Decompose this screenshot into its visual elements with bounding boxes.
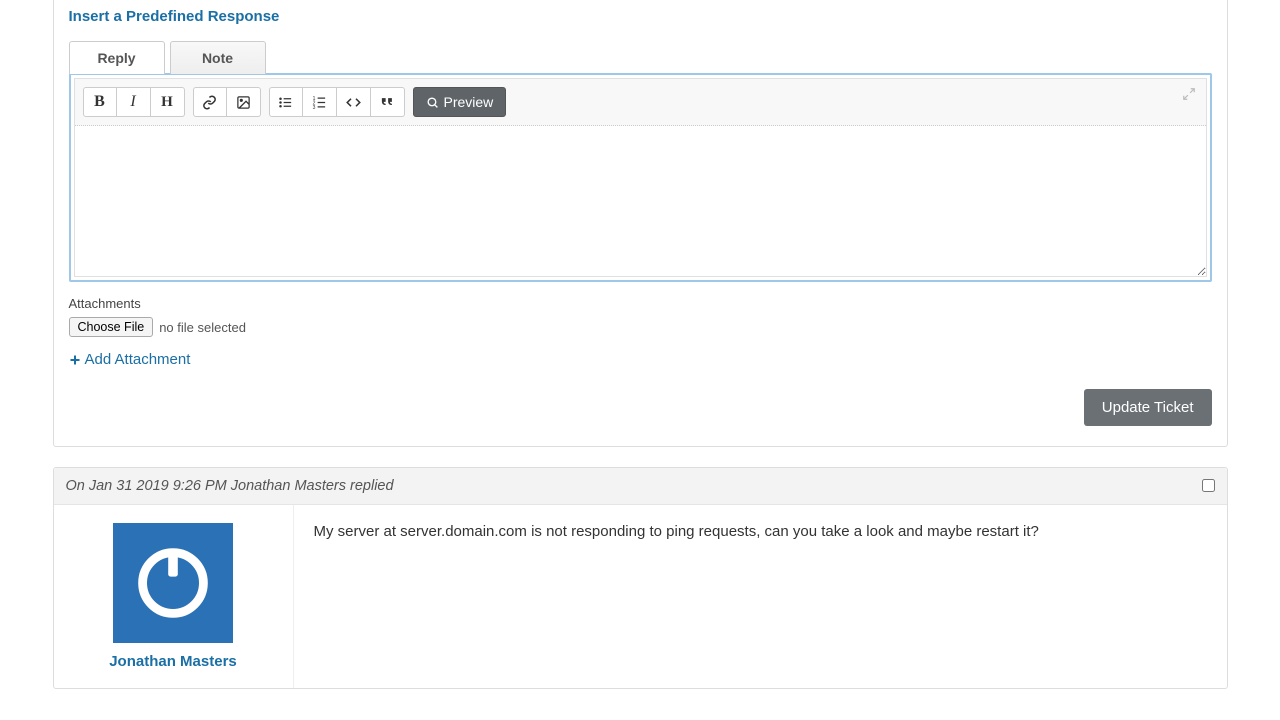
- expand-icon[interactable]: [1182, 87, 1196, 101]
- file-input-row: Choose File no file selected: [69, 317, 1212, 337]
- add-attachment-label: Add Attachment: [85, 351, 191, 368]
- reply-user-panel: Jonathan Masters: [54, 505, 294, 688]
- reply-textarea[interactable]: [75, 126, 1206, 276]
- insert-predefined-response-link[interactable]: Insert a Predefined Response: [69, 8, 280, 25]
- update-ticket-button[interactable]: Update Ticket: [1084, 389, 1212, 426]
- reply-message: My server at server.domain.com is not re…: [294, 505, 1227, 688]
- editor-tabs: Reply Note: [69, 41, 1212, 74]
- tab-note[interactable]: Note: [170, 41, 266, 74]
- ordered-list-button[interactable]: 123: [303, 87, 337, 117]
- link-button[interactable]: [193, 87, 227, 117]
- editor-toolbar: B I H: [75, 79, 1206, 126]
- image-icon: [236, 95, 251, 110]
- preview-label: Preview: [444, 94, 494, 110]
- code-icon: [346, 95, 361, 110]
- list-ul-icon: [278, 95, 293, 110]
- quote-button[interactable]: [371, 87, 405, 117]
- reply-select-checkbox[interactable]: [1202, 479, 1215, 492]
- search-icon: [426, 96, 439, 109]
- heading-button[interactable]: H: [151, 87, 185, 117]
- add-attachment-link[interactable]: Add Attachment: [69, 351, 191, 368]
- editor-container: B I H: [69, 73, 1212, 282]
- code-button[interactable]: [337, 87, 371, 117]
- reply-entry: On Jan 31 2019 9:26 PM Jonathan Masters …: [53, 467, 1228, 689]
- list-ol-icon: 123: [312, 95, 327, 110]
- unordered-list-button[interactable]: [269, 87, 303, 117]
- image-button[interactable]: [227, 87, 261, 117]
- reply-header: On Jan 31 2019 9:26 PM Jonathan Masters …: [54, 468, 1227, 505]
- tab-reply[interactable]: Reply: [69, 41, 165, 74]
- reply-user-name[interactable]: Jonathan Masters: [64, 653, 283, 670]
- svg-text:3: 3: [312, 104, 315, 109]
- reply-header-text: On Jan 31 2019 9:26 PM Jonathan Masters …: [66, 478, 1202, 494]
- quote-icon: [380, 95, 395, 110]
- link-icon: [202, 95, 217, 110]
- choose-file-button[interactable]: Choose File: [69, 317, 154, 337]
- no-file-text: no file selected: [159, 320, 246, 335]
- bold-button[interactable]: B: [83, 87, 117, 117]
- avatar: [113, 523, 233, 643]
- plus-icon: [69, 354, 81, 366]
- italic-button[interactable]: I: [117, 87, 151, 117]
- preview-button[interactable]: Preview: [413, 87, 507, 117]
- attachments-label: Attachments: [69, 296, 1212, 311]
